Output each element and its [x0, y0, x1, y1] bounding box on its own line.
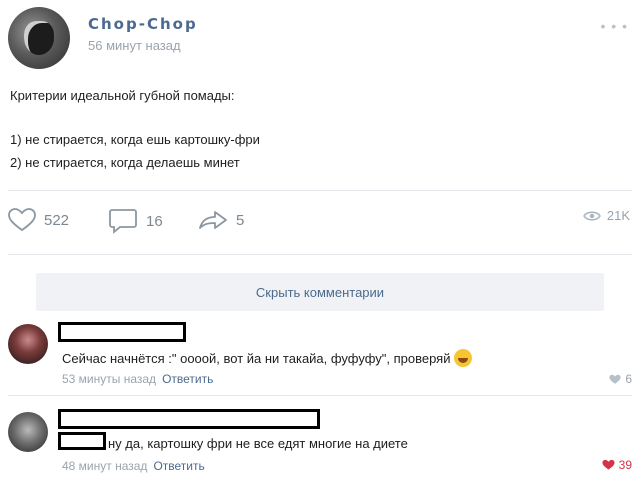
divider — [8, 395, 632, 396]
comment-timestamp[interactable]: 53 минуты назад — [62, 372, 156, 386]
comment-like-count: 6 — [625, 372, 632, 386]
redacted-author-name — [58, 409, 320, 429]
heart-icon — [8, 208, 36, 232]
post-text-line: 2) не стирается, когда делаешь минет — [10, 155, 240, 170]
post-author-name[interactable]: Chop-Chop — [88, 15, 198, 33]
more-dots-icon[interactable]: • • • — [601, 18, 628, 34]
comment-count: 16 — [146, 212, 163, 230]
share-count: 5 — [236, 211, 245, 229]
comment-author-avatar[interactable] — [8, 324, 48, 364]
redacted-mention — [58, 432, 106, 450]
grinning-emoji-icon — [454, 349, 473, 367]
comment-text: ну да, картошку фри не все едят многие н… — [108, 436, 408, 451]
comment-like-button[interactable]: 6 — [609, 372, 632, 386]
redacted-author-name — [58, 322, 186, 342]
post-timestamp[interactable]: 56 минут назад — [88, 38, 181, 53]
eye-icon — [583, 211, 601, 220]
share-arrow-icon — [199, 211, 227, 229]
comment-timestamp[interactable]: 48 минут назад — [62, 459, 147, 473]
views-count: 21K — [606, 208, 630, 223]
post-text-line: 1) не стирается, когда ешь картошку-фри — [10, 132, 260, 147]
like-button[interactable]: 522 — [8, 208, 69, 232]
comment-meta: 53 минуты назад Ответить — [62, 372, 213, 386]
reply-link[interactable]: Ответить — [162, 372, 213, 386]
comment-bubble-icon — [109, 209, 137, 234]
post-text-line: Критерии идеальной губной помады: — [10, 88, 235, 103]
hide-comments-button[interactable]: Скрыть комментарии — [36, 273, 604, 311]
divider — [8, 254, 632, 255]
like-count: 522 — [44, 211, 70, 229]
reply-link[interactable]: Ответить — [153, 459, 204, 473]
views-counter: 21K — [583, 208, 630, 223]
comment-text: Сейчас начнётся :" оооой, вот йа ни така… — [62, 349, 473, 367]
heart-filled-icon — [602, 459, 615, 470]
heart-icon — [609, 374, 621, 384]
comment-button[interactable]: 16 — [108, 208, 163, 234]
post-author-avatar[interactable] — [8, 7, 70, 69]
comment-like-button[interactable]: 39 — [602, 458, 632, 472]
comment-meta: 48 минут назад Ответить — [62, 459, 205, 473]
comment-like-count: 39 — [618, 458, 632, 472]
divider — [8, 190, 632, 191]
share-button[interactable]: 5 — [198, 208, 244, 232]
comment-author-avatar[interactable] — [8, 412, 48, 452]
